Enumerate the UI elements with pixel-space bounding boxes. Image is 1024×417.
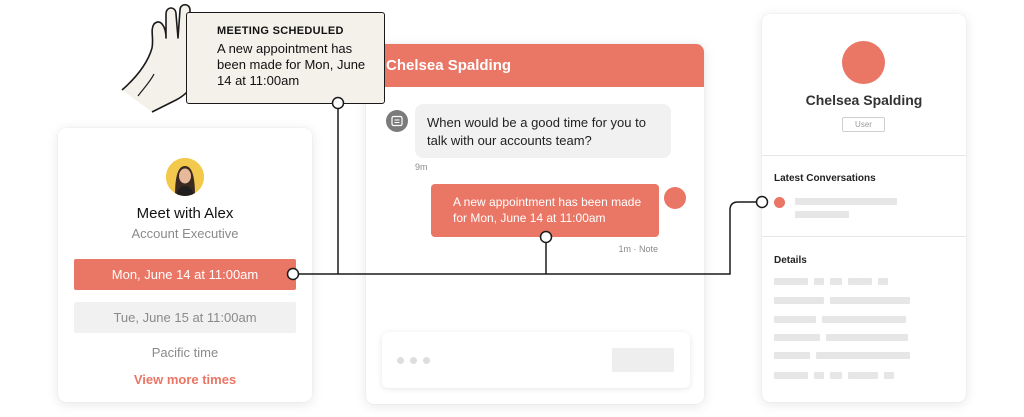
placeholder-line [830,372,842,379]
placeholder-line [774,278,808,285]
placeholder-line [795,198,897,205]
divider [762,155,966,156]
placeholder-line [848,372,878,379]
latest-conversations-heading: Latest Conversations [774,173,876,184]
placeholder-line [774,297,824,304]
placeholder-line [830,278,842,285]
profile-name: Chelsea Spalding [805,92,923,108]
placeholder-line [814,278,824,285]
conversation-status-dot [774,197,785,208]
message-composer[interactable] [382,332,690,388]
time-slot-button[interactable]: Tue, June 15 at 11:00am [74,302,296,333]
chat-header: Chelsea Spalding [366,44,704,87]
meeting-title: Meet with Alex [136,205,234,222]
placeholder-line [878,278,888,285]
time-slot-button[interactable]: Mon, June 14 at 11:00am [74,259,296,290]
placeholder-line [774,372,808,379]
placeholder-line [826,334,908,341]
avatar [166,158,204,196]
outgoing-meta: 1m · Note [618,244,658,254]
placeholder-line [774,352,810,359]
view-more-times-link[interactable]: View more times [58,372,312,387]
placeholder-line [884,372,894,379]
placeholder-line [848,278,872,285]
chat-window: Chelsea Spalding When would be a good ti… [366,44,704,404]
agent-avatar [664,187,686,209]
outgoing-note-message: A new appointment has been made for Mon,… [431,184,659,237]
bot-avatar-icon [386,110,408,132]
typing-dots-icon [397,357,430,364]
placeholder-line [774,316,816,323]
divider [762,236,966,237]
notification-title: MEETING SCHEDULED [217,25,344,37]
role-badge: User [842,117,885,132]
placeholder-line [814,372,824,379]
placeholder-line [795,211,849,218]
meeting-scheduled-notification: MEETING SCHEDULED A new appointment has … [186,12,385,104]
avatar [842,41,885,84]
timezone-label: Pacific time [151,345,219,360]
incoming-message: When would be a good time for you to tal… [415,104,671,158]
notification-body: A new appointment has been made for Mon,… [217,41,366,88]
incoming-timestamp: 9m [415,162,428,172]
placeholder-line [822,316,906,323]
placeholder-line [830,297,910,304]
user-profile-panel: Chelsea Spalding User Latest Conversatio… [762,14,966,402]
details-heading: Details [774,255,807,266]
placeholder-line [816,352,910,359]
send-button[interactable] [612,348,674,372]
placeholder-line [774,334,820,341]
meeting-scheduler-card: Meet with Alex Account Executive Mon, Ju… [58,128,312,402]
meeting-subtitle: Account Executive [131,226,239,241]
